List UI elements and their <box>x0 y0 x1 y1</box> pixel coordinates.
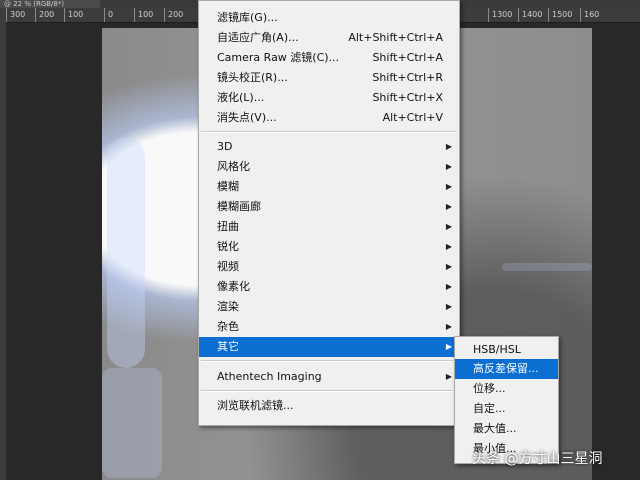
menu-item-video[interactable]: 视频 ▶ <box>199 257 459 277</box>
submenu-arrow-icon: ▶ <box>445 242 452 251</box>
menu-item-label: 像素化 <box>217 280 250 293</box>
menu-item-camera-raw[interactable]: Camera Raw 滤镜(C)... Shift+Ctrl+A <box>199 48 459 68</box>
ruler-tick: 300 <box>10 10 26 19</box>
submenu-arrow-icon: ▶ <box>445 202 452 211</box>
ruler-tick: 1300 <box>492 10 513 19</box>
menu-item-browse-online-filters[interactable]: 浏览联机滤镜... <box>199 396 459 416</box>
submenu-arrow-icon: ▶ <box>445 342 452 351</box>
submenu-arrow-icon: ▶ <box>445 142 452 151</box>
vertical-ruler <box>0 22 6 480</box>
menu-item-label: 模糊 <box>217 180 239 193</box>
menu-item-stylize[interactable]: 风格化 ▶ <box>199 157 459 177</box>
menu-item-label: Camera Raw 滤镜(C)... <box>217 51 340 64</box>
other-submenu: HSB/HSL 高反差保留... 位移... 自定... 最大值... 最小值.… <box>454 336 559 464</box>
menu-item-liquify[interactable]: 液化(L)... Shift+Ctrl+X <box>199 88 459 108</box>
document-tab[interactable]: @ 22 % (RGB/8*) <box>0 0 100 8</box>
submenu-arrow-icon: ▶ <box>445 302 452 311</box>
menu-item-label: 渲染 <box>217 300 239 313</box>
menu-item-label: 液化(L)... <box>217 91 265 104</box>
ruler-tick: 100 <box>138 10 154 19</box>
menu-item-filter-gallery[interactable]: 滤镜库(G)... <box>199 8 459 28</box>
filter-menu: 滤镜库(G)... 自适应广角(A)... Alt+Shift+Ctrl+A C… <box>198 0 460 426</box>
image-highlight <box>102 368 162 478</box>
submenu-arrow-icon: ▶ <box>445 262 452 271</box>
watermark: 头条 @方寸山三星洞 <box>472 451 603 467</box>
menu-item-label: 最大值... <box>473 422 517 435</box>
menu-item-label: 3D <box>217 140 233 153</box>
ruler-tick: 160 <box>584 10 600 19</box>
ruler-tick: 0 <box>108 10 114 19</box>
menu-item-label: 消失点(V)... <box>217 111 277 124</box>
submenu-item-high-pass[interactable]: 高反差保留... <box>455 359 558 379</box>
menu-item-label: 浏览联机滤镜... <box>217 399 294 412</box>
submenu-arrow-icon: ▶ <box>445 282 452 291</box>
ruler-tick: 200 <box>39 10 55 19</box>
menu-item-vanishing-point[interactable]: 消失点(V)... Alt+Ctrl+V <box>199 108 459 128</box>
menu-item-label: HSB/HSL <box>473 343 521 356</box>
menu-item-3d[interactable]: 3D ▶ <box>199 137 459 157</box>
submenu-arrow-icon: ▶ <box>445 182 452 191</box>
menu-item-label: 其它 <box>217 340 239 353</box>
menu-item-label: Athentech Imaging <box>217 370 322 383</box>
menu-item-athentech-imaging[interactable]: Athentech Imaging ▶ <box>199 367 459 387</box>
menu-item-blur-gallery[interactable]: 模糊画廊 ▶ <box>199 197 459 217</box>
menu-item-label: 风格化 <box>217 160 250 173</box>
menu-item-label: 位移... <box>473 382 506 395</box>
ruler-tick: 200 <box>168 10 184 19</box>
menu-separator <box>201 131 457 133</box>
menu-item-distort[interactable]: 扭曲 ▶ <box>199 217 459 237</box>
menu-item-label: 镜头校正(R)... <box>217 71 288 84</box>
menu-item-adaptive-wide-angle[interactable]: 自适应广角(A)... Alt+Shift+Ctrl+A <box>199 28 459 48</box>
submenu-item-offset[interactable]: 位移... <box>455 379 558 399</box>
menu-item-shortcut: Alt+Shift+Ctrl+A <box>348 31 443 44</box>
ruler-tick: 1400 <box>522 10 543 19</box>
menu-item-sharpen[interactable]: 锐化 ▶ <box>199 237 459 257</box>
menu-separator <box>201 360 457 362</box>
image-highlight <box>107 138 145 368</box>
menu-item-label: 自适应广角(A)... <box>217 31 299 44</box>
menu-item-label: 扭曲 <box>217 220 239 233</box>
menu-item-shortcut: Shift+Ctrl+R <box>372 71 443 84</box>
menu-item-shortcut: Shift+Ctrl+X <box>372 91 443 104</box>
submenu-item-maximum[interactable]: 最大值... <box>455 419 558 439</box>
menu-item-blur[interactable]: 模糊 ▶ <box>199 177 459 197</box>
menu-item-label: 锐化 <box>217 240 239 253</box>
menu-item-noise[interactable]: 杂色 ▶ <box>199 317 459 337</box>
ruler-tick: 1500 <box>552 10 573 19</box>
menu-item-label: 自定... <box>473 402 506 415</box>
submenu-arrow-icon: ▶ <box>445 162 452 171</box>
menu-item-render[interactable]: 渲染 ▶ <box>199 297 459 317</box>
menu-item-lens-correction[interactable]: 镜头校正(R)... Shift+Ctrl+R <box>199 68 459 88</box>
submenu-item-custom[interactable]: 自定... <box>455 399 558 419</box>
menu-item-shortcut: Alt+Ctrl+V <box>382 111 443 124</box>
menu-item-shortcut: Shift+Ctrl+A <box>372 51 443 64</box>
ruler-tick: 100 <box>68 10 84 19</box>
menu-item-other[interactable]: 其它 ▶ <box>199 337 459 357</box>
image-highlight <box>502 263 592 271</box>
menu-item-pixelate[interactable]: 像素化 ▶ <box>199 277 459 297</box>
menu-item-label: 杂色 <box>217 320 239 333</box>
menu-item-label: 视频 <box>217 260 239 273</box>
submenu-item-hsb-hsl[interactable]: HSB/HSL <box>455 340 558 360</box>
menu-item-label: 高反差保留... <box>473 362 539 375</box>
menu-separator <box>201 390 457 392</box>
menu-item-label: 滤镜库(G)... <box>217 11 278 24</box>
submenu-arrow-icon: ▶ <box>445 372 452 381</box>
submenu-arrow-icon: ▶ <box>445 222 452 231</box>
menu-item-label: 模糊画廊 <box>217 200 261 213</box>
submenu-arrow-icon: ▶ <box>445 322 452 331</box>
